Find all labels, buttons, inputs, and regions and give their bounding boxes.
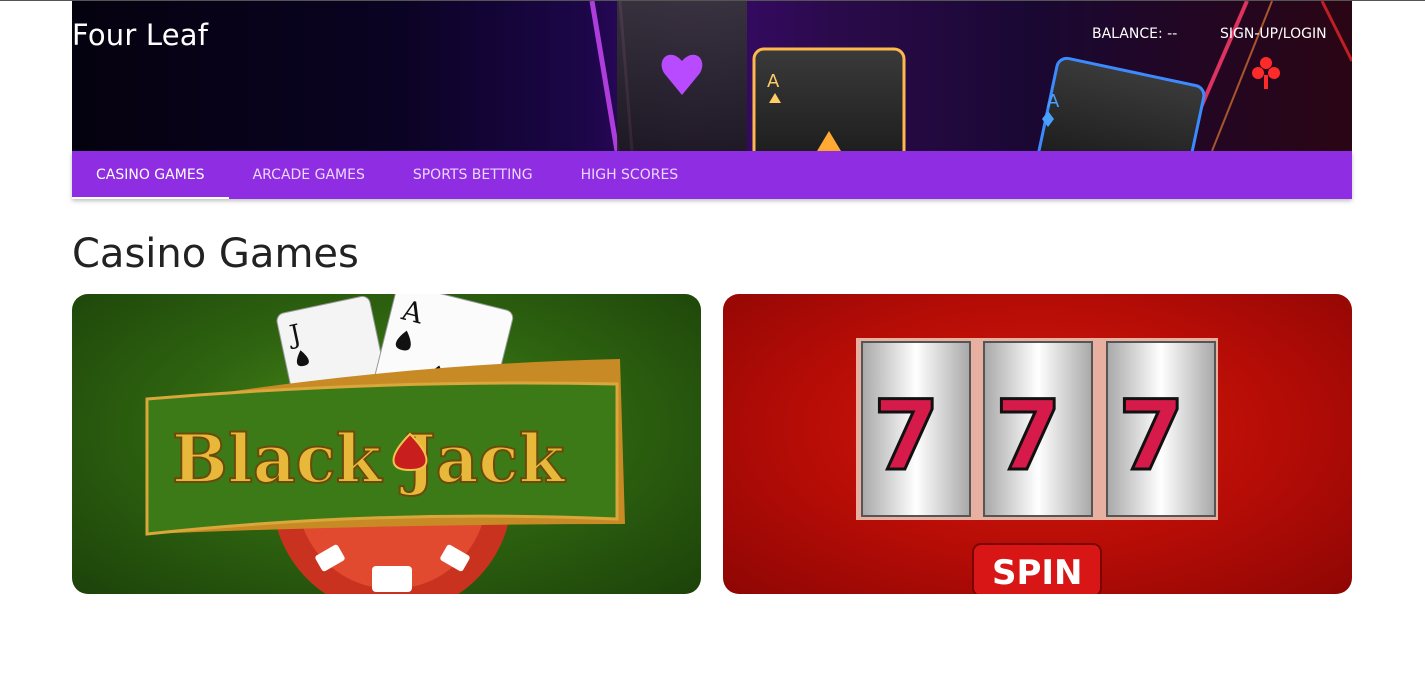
banner-artwork: A A <box>589 1 1352 151</box>
reel-1: 7 <box>861 341 971 517</box>
balance-display: BALANCE: -- <box>1092 26 1178 42</box>
game-cards: J A Black Jack 7 7 7 SPIN <box>72 294 1352 594</box>
tab-arcade-games[interactable]: ARCADE GAMES <box>229 151 389 199</box>
tab-casino-games[interactable]: CASINO GAMES <box>72 151 229 199</box>
blackjack-game-card[interactable]: J A Black Jack <box>72 294 701 594</box>
blackjack-artwork: J A Black Jack <box>145 294 625 594</box>
reel-3: 7 <box>1106 341 1216 517</box>
slots-artwork: 7 7 7 SPIN <box>856 338 1218 594</box>
slots-game-card[interactable]: 7 7 7 SPIN <box>723 294 1352 594</box>
reel-1-symbol: 7 <box>873 380 940 492</box>
reel-2-symbol: 7 <box>995 380 1062 492</box>
main-nav: CASINO GAMES ARCADE GAMES SPORTS BETTING… <box>72 151 1352 199</box>
page-title: Casino Games <box>72 231 359 277</box>
reel-2: 7 <box>983 341 1093 517</box>
spin-button-label: SPIN <box>992 553 1083 593</box>
tab-sports-betting[interactable]: SPORTS BETTING <box>389 151 557 199</box>
reel-3-symbol: 7 <box>1118 380 1185 492</box>
tab-high-scores[interactable]: HIGH SCORES <box>557 151 703 199</box>
blackjack-logo-text: Black Jack <box>172 420 566 498</box>
ace-rank-blue: A <box>1047 91 1060 112</box>
header-banner: A A Four Leaf BALANCE: -- SIGN-UP/LOGIN <box>72 1 1352 151</box>
app-container: A A Four Leaf BALANCE: -- SIGN-UP/LOGIN … <box>72 1 1352 594</box>
brand-logo-text[interactable]: Four Leaf <box>72 18 208 52</box>
ace-rank: A <box>767 71 780 92</box>
signup-login-button[interactable]: SIGN-UP/LOGIN <box>1220 26 1327 42</box>
spin-button[interactable]: SPIN <box>972 543 1102 594</box>
